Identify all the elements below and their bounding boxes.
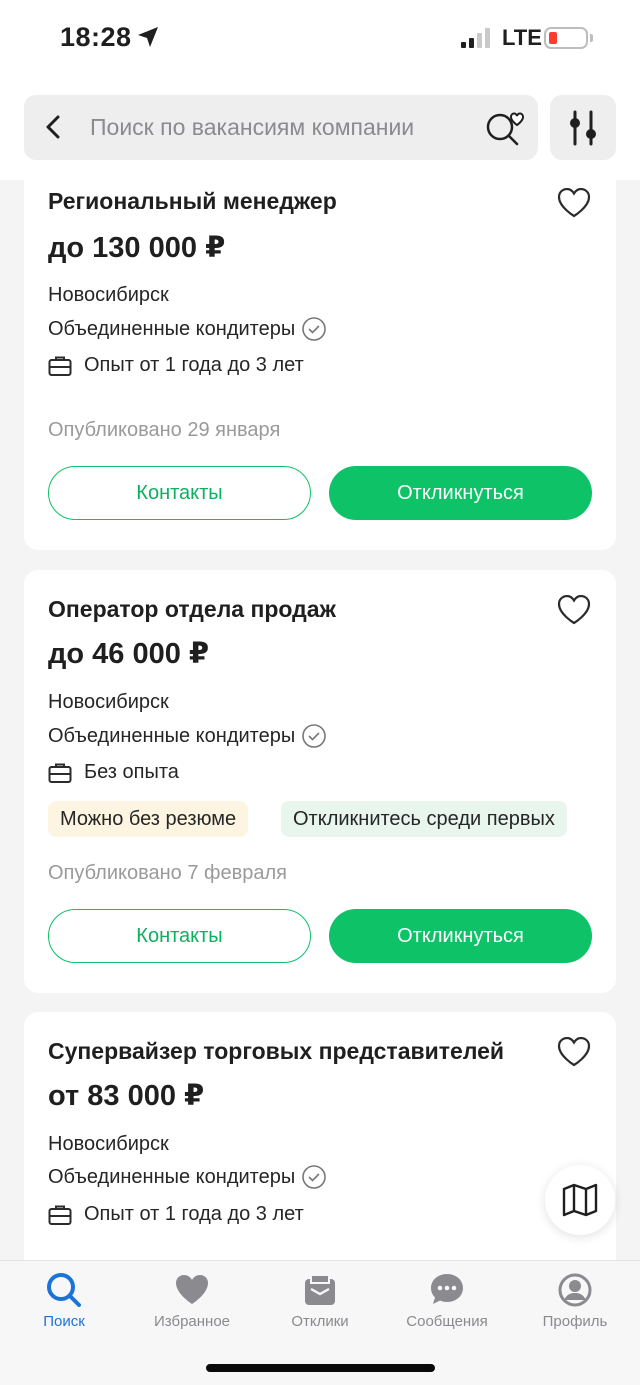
- tab-responses[interactable]: Отклики: [265, 1271, 375, 1341]
- vacancy-published-date: Опубликовано 7 февраля: [48, 862, 287, 884]
- filter-sliders-icon: [570, 110, 596, 146]
- status-time: 18:28: [60, 22, 132, 52]
- tab-label: Сообщения: [406, 1313, 488, 1330]
- company-name: Объединенные кондитеры: [48, 1165, 296, 1188]
- responses-icon: [305, 1274, 335, 1305]
- tab-messages[interactable]: Сообщения: [392, 1271, 502, 1341]
- map-button[interactable]: [545, 1165, 615, 1235]
- verified-check-icon: [302, 724, 327, 748]
- home-indicator: [206, 1364, 435, 1372]
- vacancy-company[interactable]: Объединенные кондитеры: [48, 316, 327, 342]
- heart-icon: [176, 1275, 208, 1304]
- vacancy-company[interactable]: Объединенные кондитеры: [48, 1164, 327, 1190]
- vacancy-title[interactable]: Региональный менеджер: [48, 188, 337, 215]
- briefcase-icon: [48, 1205, 72, 1225]
- heart-outline-icon[interactable]: [557, 595, 591, 625]
- tag-no-resume: Можно без резюме: [48, 801, 249, 837]
- profile-icon: [558, 1273, 592, 1307]
- tab-label: Поиск: [43, 1313, 85, 1330]
- vacancy-experience: Опыт от 1 года до 3 лет: [48, 1203, 304, 1226]
- vacancy-title[interactable]: Супервайзер торговых представителей: [48, 1038, 504, 1065]
- company-name: Объединенные кондитеры: [48, 317, 296, 340]
- back-chevron-icon[interactable]: [40, 113, 68, 141]
- vacancy-published-date: Опубликовано 29 января: [48, 419, 281, 441]
- search-input[interactable]: [90, 95, 460, 160]
- status-bar: 18:28 LTE: [0, 0, 640, 80]
- tab-search[interactable]: Поиск: [9, 1271, 119, 1341]
- respond-button[interactable]: Откликнуться: [329, 909, 592, 963]
- signal-strength-icon: [461, 28, 490, 48]
- contacts-button[interactable]: Контакты: [48, 909, 311, 963]
- vacancy-experience: Опыт от 1 года до 3 лет: [48, 354, 304, 377]
- verified-check-icon: [302, 317, 327, 341]
- vacancy-card[interactable]: Региональный менеджер до 130 000 ₽ Новос…: [24, 170, 616, 550]
- respond-button[interactable]: Откликнуться: [329, 466, 592, 520]
- verified-check-icon: [302, 1165, 327, 1189]
- heart-outline-icon[interactable]: [557, 1037, 591, 1067]
- tag-respond-first: Откликнитесь среди первых: [281, 801, 567, 837]
- chat-icon: [431, 1274, 463, 1304]
- vacancy-card[interactable]: Оператор отдела продаж до 46 000 ₽ Новос…: [24, 570, 616, 993]
- favorite-search-icon[interactable]: [484, 109, 524, 147]
- experience-text: Опыт от 1 года до 3 лет: [84, 354, 304, 376]
- contacts-button[interactable]: Контакты: [48, 466, 311, 520]
- vacancy-city: Новосибирск: [48, 1133, 169, 1155]
- vacancy-salary: от 83 000 ₽: [48, 1080, 205, 1112]
- battery-icon: [544, 27, 588, 49]
- vacancy-card[interactable]: Супервайзер торговых представителей от 8…: [24, 1012, 616, 1272]
- experience-text: Опыт от 1 года до 3 лет: [84, 1203, 304, 1225]
- tab-profile[interactable]: Профиль: [520, 1271, 630, 1341]
- vacancy-experience: Без опыта: [48, 761, 179, 784]
- tab-label: Избранное: [153, 1313, 231, 1330]
- vacancy-company[interactable]: Объединенные кондитеры: [48, 723, 327, 749]
- tab-favorites[interactable]: Избранное: [137, 1271, 247, 1341]
- briefcase-icon: [48, 356, 72, 376]
- briefcase-icon: [48, 763, 72, 783]
- search-icon: [47, 1273, 81, 1307]
- vacancy-title[interactable]: Оператор отдела продаж: [48, 596, 336, 623]
- vacancy-salary: до 46 000 ₽: [48, 638, 210, 670]
- search-box[interactable]: [24, 95, 538, 160]
- vacancy-city: Новосибирск: [48, 691, 169, 713]
- company-name: Объединенные кондитеры: [48, 724, 296, 747]
- network-type: LTE: [502, 25, 542, 50]
- heart-outline-icon[interactable]: [557, 188, 591, 218]
- tab-label: Отклики: [291, 1313, 349, 1330]
- vacancy-salary: до 130 000 ₽: [48, 232, 226, 264]
- filter-button[interactable]: [550, 95, 616, 160]
- map-icon: [562, 1183, 598, 1217]
- experience-text: Без опыта: [84, 761, 179, 783]
- location-arrow-icon: [138, 27, 158, 47]
- header: [0, 80, 640, 180]
- battery-cap: [590, 34, 593, 42]
- vacancy-city: Новосибирск: [48, 284, 169, 306]
- tab-label: Профиль: [542, 1313, 608, 1330]
